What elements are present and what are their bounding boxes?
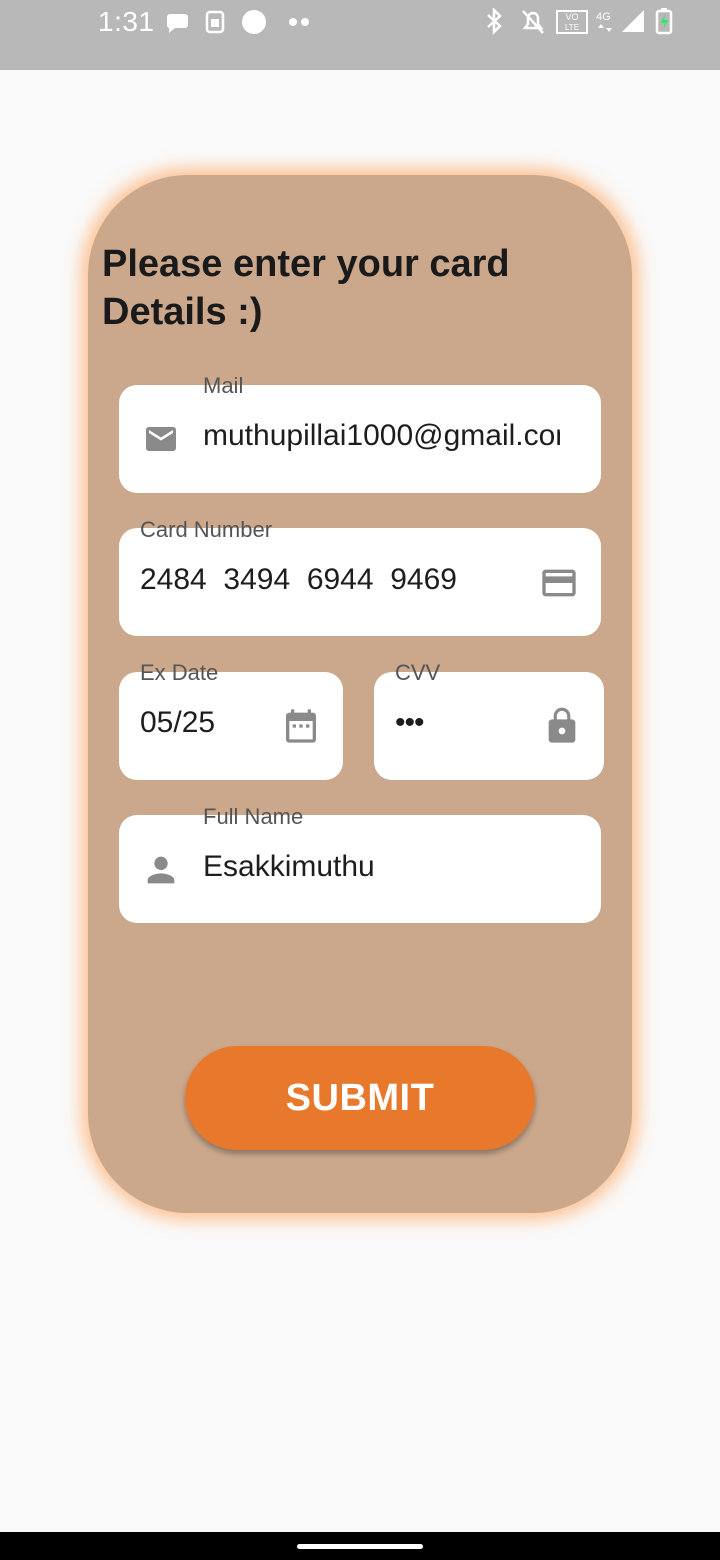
volte-icon: VO LTE xyxy=(556,10,588,34)
submit-button[interactable]: SUBMIT xyxy=(185,1046,535,1150)
status-bar: 1:31 VO LTE 4G xyxy=(0,0,720,70)
cvv-label: CVV xyxy=(395,660,441,685)
credit-card-icon xyxy=(542,569,576,597)
navigation-bar xyxy=(0,1532,720,1560)
expiry-date-input[interactable]: 05/25 xyxy=(140,706,215,740)
network-4g-icon: 4G xyxy=(596,11,612,32)
status-time: 1:31 xyxy=(98,6,155,37)
full-name-label: Full Name xyxy=(203,804,304,829)
battery-charging-icon xyxy=(655,8,673,35)
mail-input[interactable]: muthupillai1000@gmail.com xyxy=(203,419,560,453)
card-number-label: Card Number xyxy=(140,517,273,542)
expiry-date-label: Ex Date xyxy=(140,660,219,685)
circle-icon xyxy=(242,10,266,34)
sim-icon xyxy=(205,10,225,34)
person-icon xyxy=(147,856,175,884)
signal-icon xyxy=(622,10,644,32)
mail-label: Mail xyxy=(203,373,244,398)
more-dots-icon xyxy=(289,18,309,26)
system-status-icons: VO LTE 4G xyxy=(487,8,673,36)
notification-icons xyxy=(166,10,309,34)
mail-icon xyxy=(146,427,176,451)
home-gesture-handle[interactable] xyxy=(297,1544,423,1549)
form-heading: Please enter your card Details :) xyxy=(102,243,510,333)
full-name-input[interactable]: Esakkimuthu xyxy=(203,850,375,884)
svg-text:LTE: LTE xyxy=(565,23,579,32)
card-number-input[interactable]: 2484 3494 6944 9469 xyxy=(140,563,457,597)
mute-bell-icon xyxy=(522,10,544,34)
lock-icon xyxy=(548,707,576,743)
cvv-input[interactable]: ••• xyxy=(395,706,424,740)
svg-text:4G: 4G xyxy=(596,11,611,23)
chat-icon xyxy=(166,14,188,33)
bluetooth-icon xyxy=(487,8,502,36)
svg-text:VO: VO xyxy=(565,12,578,22)
calendar-icon xyxy=(286,709,316,743)
